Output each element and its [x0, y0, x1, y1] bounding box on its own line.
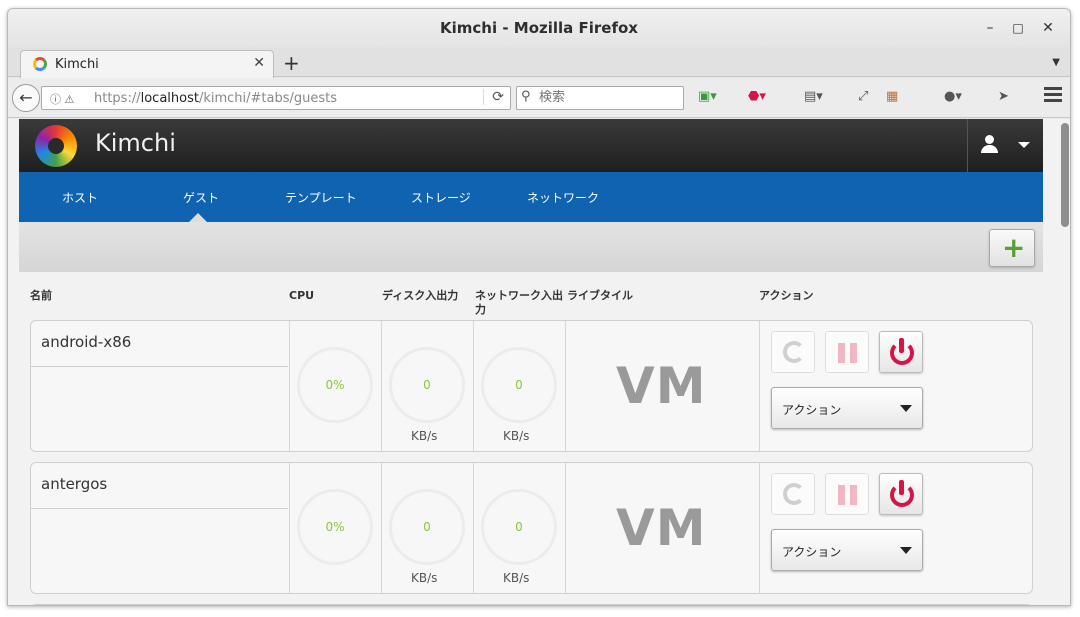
- url-text[interactable]: https://localhost/kimchi/#tabs/guests: [94, 91, 337, 106]
- network-unit: KB/s: [503, 429, 530, 443]
- column-header-actions: アクション: [759, 289, 814, 302]
- chevron-down-icon: [1018, 142, 1030, 148]
- app-title: Kimchi: [95, 129, 176, 157]
- column-header-disk: ディスク入出力: [382, 289, 459, 302]
- scrollbar[interactable]: [1061, 123, 1069, 227]
- column-header-network: ネットワーク入出力: [475, 289, 563, 316]
- kimchi-favicon-icon: [33, 57, 47, 71]
- close-tab-icon[interactable]: ✕: [253, 55, 265, 71]
- arrow-left-icon: ←: [19, 88, 33, 107]
- menu-icon[interactable]: [1044, 87, 1062, 105]
- tab-label: Kimchi: [55, 57, 99, 72]
- guest-card: antergos 0% 0 KB/s 0 KB/s VM アクション: [30, 462, 1033, 594]
- page-viewport: Kimchi ホスト ゲスト テンプレート ストレージ ネットワーク + 名前 …: [8, 119, 1070, 605]
- user-icon: [981, 135, 998, 153]
- caret-down-icon: [900, 547, 912, 554]
- action-select[interactable]: アクション: [771, 529, 923, 571]
- guest-card: android-x86 0% 0 KB/s 0 KB/s VM アクション: [30, 320, 1033, 452]
- guest-name: android-x86: [41, 333, 132, 351]
- pause-button[interactable]: [825, 473, 869, 515]
- cpu-gauge: 0%: [297, 489, 373, 565]
- guests-toolbar: +: [19, 222, 1043, 272]
- power-button[interactable]: [879, 473, 923, 515]
- main-nav: ホスト ゲスト テンプレート ストレージ ネットワーク: [19, 172, 1043, 222]
- maximize-button[interactable]: □: [1008, 18, 1028, 38]
- adblock-icon[interactable]: ⬣▾: [748, 89, 766, 104]
- network-gauge: 0: [481, 489, 557, 565]
- refresh-icon: [783, 483, 805, 505]
- back-button[interactable]: ←: [12, 84, 40, 112]
- refresh-icon: [783, 341, 805, 363]
- guest-card-partial: [30, 604, 1033, 605]
- restart-button[interactable]: [771, 331, 815, 373]
- tab-host[interactable]: ホスト: [62, 189, 98, 206]
- search-input[interactable]: [539, 90, 679, 105]
- active-tab-indicator: [189, 213, 207, 222]
- app-header: Kimchi: [19, 119, 1043, 172]
- tab-bar: Kimchi ✕: [8, 47, 1070, 78]
- plus-icon: +: [1002, 231, 1026, 264]
- tab-network[interactable]: ネットワーク: [527, 189, 599, 206]
- column-header-cpu: CPU: [289, 289, 315, 302]
- search-bar[interactable]: ⚲: [516, 86, 684, 110]
- reader-icon[interactable]: ▤▾: [804, 89, 823, 104]
- tab-guests[interactable]: ゲスト: [183, 189, 219, 206]
- pause-button[interactable]: [825, 331, 869, 373]
- extension-orange-icon[interactable]: ▦: [886, 89, 898, 104]
- extension-green-icon[interactable]: ▣▾: [698, 89, 717, 104]
- pause-icon: [838, 485, 845, 505]
- network-unit: KB/s: [503, 571, 530, 585]
- site-info-icon[interactable]: ⓘ ⚠: [50, 91, 74, 107]
- disk-gauge: 0: [389, 489, 465, 565]
- column-header-livetile: ライブタイル: [567, 289, 633, 302]
- title-bar: Kimchi - Mozilla Firefox – □ ✕: [8, 9, 1070, 47]
- tab-templates[interactable]: テンプレート: [285, 189, 357, 206]
- send-icon[interactable]: ➤: [998, 89, 1009, 104]
- window-title: Kimchi - Mozilla Firefox: [440, 19, 638, 37]
- cpu-gauge: 0%: [297, 347, 373, 423]
- pocket-icon[interactable]: ●▾: [944, 89, 962, 104]
- resize-icon[interactable]: ⤢: [858, 89, 868, 104]
- browser-window: Kimchi - Mozilla Firefox – □ ✕ Kimchi ✕ …: [7, 8, 1071, 606]
- close-window-button[interactable]: ✕: [1038, 18, 1058, 38]
- url-bar[interactable]: ⓘ ⚠ https://localhost/kimchi/#tabs/guest…: [41, 86, 511, 110]
- disk-gauge: 0: [389, 347, 465, 423]
- column-header-name: 名前: [30, 289, 52, 302]
- network-gauge: 0: [481, 347, 557, 423]
- navigation-toolbar: ← ⓘ ⚠ https://localhost/kimchi/#tabs/gue…: [8, 78, 1070, 118]
- search-icon: ⚲: [521, 89, 531, 104]
- disk-unit: KB/s: [411, 571, 438, 585]
- livetile-vm[interactable]: VM: [616, 357, 706, 415]
- restart-button[interactable]: [771, 473, 815, 515]
- caret-down-icon: [900, 405, 912, 412]
- power-button[interactable]: [879, 331, 923, 373]
- tab-list-chevron-icon[interactable]: ▼: [1052, 57, 1060, 68]
- reload-icon[interactable]: ⟳: [483, 89, 504, 105]
- action-select[interactable]: アクション: [771, 387, 923, 429]
- livetile-vm[interactable]: VM: [616, 499, 706, 557]
- disk-unit: KB/s: [411, 429, 438, 443]
- kimchi-logo-icon: [35, 125, 77, 167]
- tab-storage[interactable]: ストレージ: [411, 189, 471, 206]
- pause-icon: [838, 343, 845, 363]
- tab-kimchi[interactable]: Kimchi ✕: [20, 50, 274, 78]
- user-menu[interactable]: [967, 119, 1043, 172]
- minimize-button[interactable]: –: [980, 18, 1000, 38]
- add-guest-button[interactable]: +: [989, 229, 1035, 267]
- guest-name: antergos: [41, 475, 108, 493]
- new-tab-button[interactable]: +: [283, 51, 300, 75]
